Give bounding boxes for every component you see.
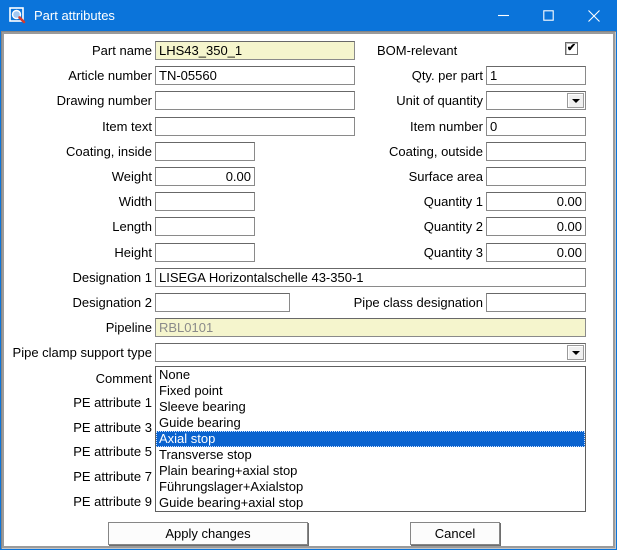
weight-label: Weight xyxy=(6,167,152,186)
pipe-clamp-dropdown-button[interactable] xyxy=(567,345,584,360)
designation-2-input[interactable] xyxy=(155,293,290,312)
width-input[interactable] xyxy=(155,192,255,211)
part-name-input[interactable] xyxy=(155,41,355,60)
dropdown-option-guide-bearing[interactable]: Guide bearing xyxy=(156,415,585,431)
chevron-down-icon xyxy=(572,99,580,107)
cancel-button[interactable]: Cancel xyxy=(410,522,500,545)
pipe-clamp-dropdown-list: None Fixed point Sleeve bearing Guide be… xyxy=(155,366,586,512)
maximize-icon xyxy=(543,10,554,21)
item-number-input[interactable] xyxy=(486,117,586,136)
quantity-2-input[interactable] xyxy=(486,217,586,236)
designation-2-label: Designation 2 xyxy=(6,293,152,312)
coating-inside-input[interactable] xyxy=(155,142,255,161)
surface-area-input[interactable] xyxy=(486,167,586,186)
pe-attribute-5-label: PE attribute 5 xyxy=(6,442,152,461)
comment-label: Comment xyxy=(6,369,152,388)
bom-relevant-label: BOM-relevant xyxy=(377,41,457,60)
pipeline-label: Pipeline xyxy=(6,318,152,337)
pipe-class-designation-input[interactable] xyxy=(486,293,586,312)
part-name-label: Part name xyxy=(6,41,152,60)
pe-attribute-7-label: PE attribute 7 xyxy=(6,467,152,486)
weight-input[interactable] xyxy=(155,167,255,186)
pe-attribute-1-label: PE attribute 1 xyxy=(6,393,152,412)
height-label: Height xyxy=(6,243,152,262)
maximize-button[interactable] xyxy=(526,0,571,31)
dropdown-option-fixed-point[interactable]: Fixed point xyxy=(156,383,585,399)
pe-attribute-9-label: PE attribute 9 xyxy=(6,492,152,511)
dropdown-option-axial-stop[interactable]: Axial stop xyxy=(156,431,585,447)
article-number-input[interactable] xyxy=(155,66,355,85)
dialog-magnifier-icon xyxy=(9,7,26,24)
item-text-label: Item text xyxy=(6,117,152,136)
dropdown-option-plain-bearing-axial-stop[interactable]: Plain bearing+axial stop xyxy=(156,463,585,479)
qty-per-part-input[interactable] xyxy=(486,66,586,85)
pe-attribute-3-label: PE attribute 3 xyxy=(6,418,152,437)
length-label: Length xyxy=(6,217,152,236)
chevron-down-icon xyxy=(572,351,580,359)
unit-of-quantity-dropdown-button[interactable] xyxy=(567,93,584,108)
drawing-number-label: Drawing number xyxy=(6,91,152,110)
close-icon xyxy=(588,10,600,22)
part-attributes-dialog: Part attributes Part name Article number… xyxy=(0,0,617,550)
dropdown-option-none[interactable]: None xyxy=(156,367,585,383)
qty-per-part-label: Qty. per part xyxy=(330,66,483,85)
coating-outside-input[interactable] xyxy=(486,142,586,161)
minimize-button[interactable] xyxy=(481,0,526,31)
checkmark-icon: ✔ xyxy=(567,42,576,54)
dropdown-option-guide-bearing-axial-stop[interactable]: Guide bearing+axial stop xyxy=(156,495,585,511)
dropdown-option-sleeve-bearing[interactable]: Sleeve bearing xyxy=(156,399,585,415)
bom-relevant-checkbox[interactable]: ✔ xyxy=(565,42,578,55)
window-title: Part attributes xyxy=(34,0,115,31)
dropdown-option-transverse-stop[interactable]: Transverse stop xyxy=(156,447,585,463)
title-bar: Part attributes xyxy=(0,0,617,31)
item-text-input[interactable] xyxy=(155,117,355,136)
coating-outside-label: Coating, outside xyxy=(330,142,483,161)
dropdown-option-fuehrungslager-axialstop[interactable]: Führungslager+Axialstop xyxy=(156,479,585,495)
unit-of-quantity-combobox[interactable] xyxy=(486,91,586,110)
unit-of-quantity-label: Unit of quantity xyxy=(330,91,483,110)
quantity-3-label: Quantity 3 xyxy=(330,243,483,262)
close-button[interactable] xyxy=(571,0,616,31)
width-label: Width xyxy=(6,192,152,211)
quantity-1-input[interactable] xyxy=(486,192,586,211)
quantity-3-input[interactable] xyxy=(486,243,586,262)
item-number-label: Item number xyxy=(330,117,483,136)
designation-1-label: Designation 1 xyxy=(6,268,152,287)
apply-changes-button[interactable]: Apply changes xyxy=(108,522,308,545)
pipe-clamp-support-type-combobox[interactable] xyxy=(155,343,586,362)
coating-inside-label: Coating, inside xyxy=(6,142,152,161)
minimize-icon xyxy=(498,10,509,21)
surface-area-label: Surface area xyxy=(330,167,483,186)
height-input[interactable] xyxy=(155,243,255,262)
length-input[interactable] xyxy=(155,217,255,236)
designation-1-input[interactable] xyxy=(155,268,586,287)
quantity-2-label: Quantity 2 xyxy=(330,217,483,236)
article-number-label: Article number xyxy=(6,66,152,85)
pipe-clamp-support-type-label: Pipe clamp support type xyxy=(6,343,152,362)
quantity-1-label: Quantity 1 xyxy=(330,192,483,211)
drawing-number-input[interactable] xyxy=(155,91,355,110)
pipeline-input xyxy=(155,318,586,337)
pipe-class-designation-label: Pipe class designation xyxy=(330,293,483,312)
